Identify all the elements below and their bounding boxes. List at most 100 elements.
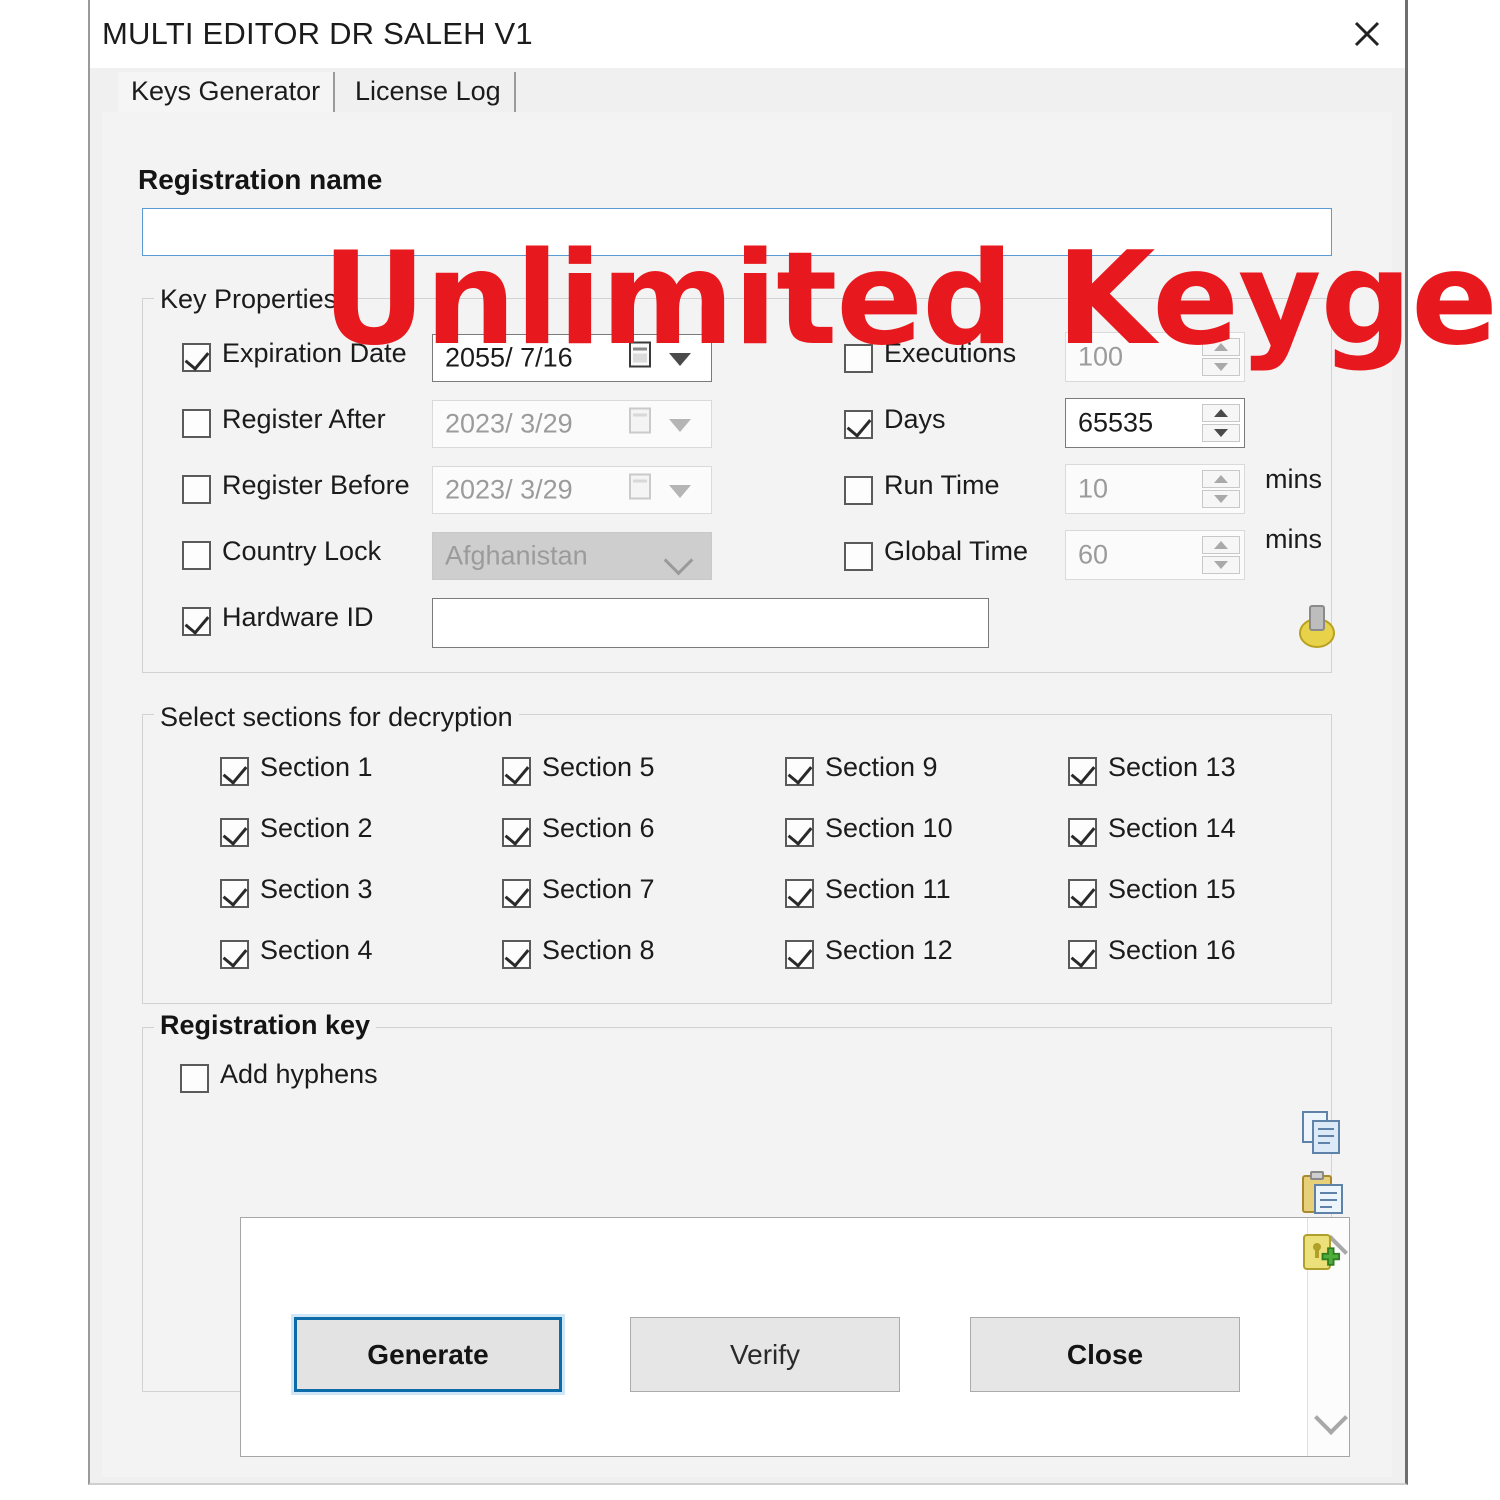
expiration-date-value: 2055/ 7/16 [445, 342, 573, 373]
checkbox-section-15[interactable] [1068, 879, 1097, 908]
checkbox-run-time[interactable] [844, 476, 873, 505]
checkbox-section-3[interactable] [220, 879, 249, 908]
checkbox-section-13[interactable] [1068, 757, 1097, 786]
expiration-date-field[interactable]: 2055/ 7/16 [432, 334, 712, 382]
close-icon[interactable] [1343, 10, 1391, 58]
global-time-unit-label: mins [1265, 524, 1323, 554]
label-register-before: Register Before [222, 470, 410, 500]
label-section-6: Section 6 [542, 813, 655, 843]
global-time-stepper[interactable]: 60 [1065, 530, 1245, 580]
checkbox-section-6[interactable] [502, 818, 531, 847]
label-section-8: Section 8 [542, 935, 655, 965]
label-section-9: Section 9 [825, 752, 938, 782]
registration-name-input[interactable] [142, 208, 1332, 256]
title-bar: MULTI EDITOR DR SALEH V1 [90, 0, 1405, 68]
checkbox-days[interactable] [844, 410, 873, 439]
label-section-3: Section 3 [260, 874, 373, 904]
add-license-icon[interactable] [1300, 1230, 1346, 1281]
run-time-stepper[interactable]: 10 [1065, 464, 1245, 514]
checkbox-section-4[interactable] [220, 940, 249, 969]
label-section-16: Section 16 [1108, 935, 1236, 965]
label-days: Days [884, 404, 946, 434]
registration-key-group-label: Registration key [154, 1010, 377, 1041]
checkbox-global-time[interactable] [844, 542, 873, 571]
executions-value: 100 [1078, 341, 1124, 372]
calendar-icon [629, 473, 655, 507]
label-section-4: Section 4 [260, 935, 373, 965]
label-run-time: Run Time [884, 470, 1000, 500]
register-before-value: 2023/ 3/29 [445, 474, 573, 505]
registration-name-label: Registration name [138, 164, 383, 195]
calendar-icon [629, 407, 655, 441]
window-title: MULTI EDITOR DR SALEH V1 [102, 16, 533, 51]
label-executions: Executions [884, 338, 1017, 368]
label-section-14: Section 14 [1108, 813, 1236, 843]
days-stepper[interactable]: 65535 [1065, 398, 1245, 448]
checkbox-section-2[interactable] [220, 818, 249, 847]
checkbox-section-14[interactable] [1068, 818, 1097, 847]
checkbox-section-10[interactable] [785, 818, 814, 847]
checkbox-hardware-id[interactable] [182, 607, 211, 636]
calendar-icon [629, 341, 655, 375]
close-button[interactable]: Close [970, 1317, 1240, 1392]
generate-hardware-id-icon[interactable] [1294, 600, 1340, 655]
checkbox-section-5[interactable] [502, 757, 531, 786]
checkbox-register-after[interactable] [182, 409, 211, 438]
register-before-dropdown-arrow[interactable] [669, 485, 691, 498]
label-global-time: Global Time [884, 536, 1029, 566]
label-section-7: Section 7 [542, 874, 655, 904]
label-section-10: Section 10 [825, 813, 953, 843]
days-value: 65535 [1078, 407, 1154, 438]
scroll-down-icon[interactable] [1313, 1401, 1348, 1435]
hardware-id-input[interactable] [432, 598, 989, 648]
checkbox-add-hyphens[interactable] [180, 1064, 209, 1093]
paste-icon[interactable] [1300, 1170, 1346, 1221]
label-section-5: Section 5 [542, 752, 655, 782]
checkbox-section-9[interactable] [785, 757, 814, 786]
tab-strip: Keys Generator License Log [102, 68, 1392, 112]
generate-button[interactable]: Generate [294, 1317, 562, 1392]
register-before-field[interactable]: 2023/ 3/29 [432, 466, 712, 514]
sections-group-label: Select sections for decryption [154, 702, 519, 733]
executions-stepper[interactable]: 100 [1065, 332, 1245, 382]
checkbox-section-1[interactable] [220, 757, 249, 786]
run-time-spinner[interactable] [1202, 469, 1240, 509]
register-after-field[interactable]: 2023/ 3/29 [432, 400, 712, 448]
register-after-value: 2023/ 3/29 [445, 408, 573, 439]
days-spinner[interactable] [1202, 403, 1240, 443]
checkbox-country-lock[interactable] [182, 541, 211, 570]
global-time-spinner[interactable] [1202, 535, 1240, 575]
keys-generator-panel: Registration name Key Properties Expirat… [102, 112, 1392, 1477]
label-section-11: Section 11 [825, 874, 951, 904]
application-window: MULTI EDITOR DR SALEH V1 Keys Generator … [88, 0, 1500, 1485]
label-expiration-date: Expiration Date [222, 338, 407, 368]
checkbox-section-8[interactable] [502, 940, 531, 969]
global-time-value: 60 [1078, 539, 1109, 570]
copy-icon[interactable] [1300, 1110, 1346, 1161]
label-section-13: Section 13 [1108, 752, 1236, 782]
chevron-down-icon [663, 545, 694, 576]
country-lock-select[interactable]: Afghanistan [432, 532, 712, 580]
label-add-hyphens: Add hyphens [220, 1059, 378, 1089]
label-register-after: Register After [222, 404, 386, 434]
checkbox-register-before[interactable] [182, 475, 211, 504]
verify-button[interactable]: Verify [630, 1317, 900, 1392]
tab-keys-generator[interactable]: Keys Generator [118, 72, 336, 112]
expiration-date-dropdown-arrow[interactable] [669, 353, 691, 366]
label-section-1: Section 1 [260, 752, 373, 782]
key-properties-group-label: Key Properties [154, 284, 344, 315]
checkbox-section-11[interactable] [785, 879, 814, 908]
checkbox-executions[interactable] [844, 344, 873, 373]
checkbox-section-7[interactable] [502, 879, 531, 908]
checkbox-section-16[interactable] [1068, 940, 1097, 969]
checkbox-section-12[interactable] [785, 940, 814, 969]
checkbox-expiration-date[interactable] [182, 343, 211, 372]
register-after-dropdown-arrow[interactable] [669, 419, 691, 432]
tab-license-log[interactable]: License Log [342, 72, 516, 112]
label-hardware-id: Hardware ID [222, 602, 374, 632]
label-section-2: Section 2 [260, 813, 373, 843]
label-section-15: Section 15 [1108, 874, 1236, 904]
country-lock-value: Afghanistan [445, 540, 588, 571]
executions-spinner[interactable] [1202, 337, 1240, 377]
run-time-unit-label: mins [1265, 464, 1323, 494]
